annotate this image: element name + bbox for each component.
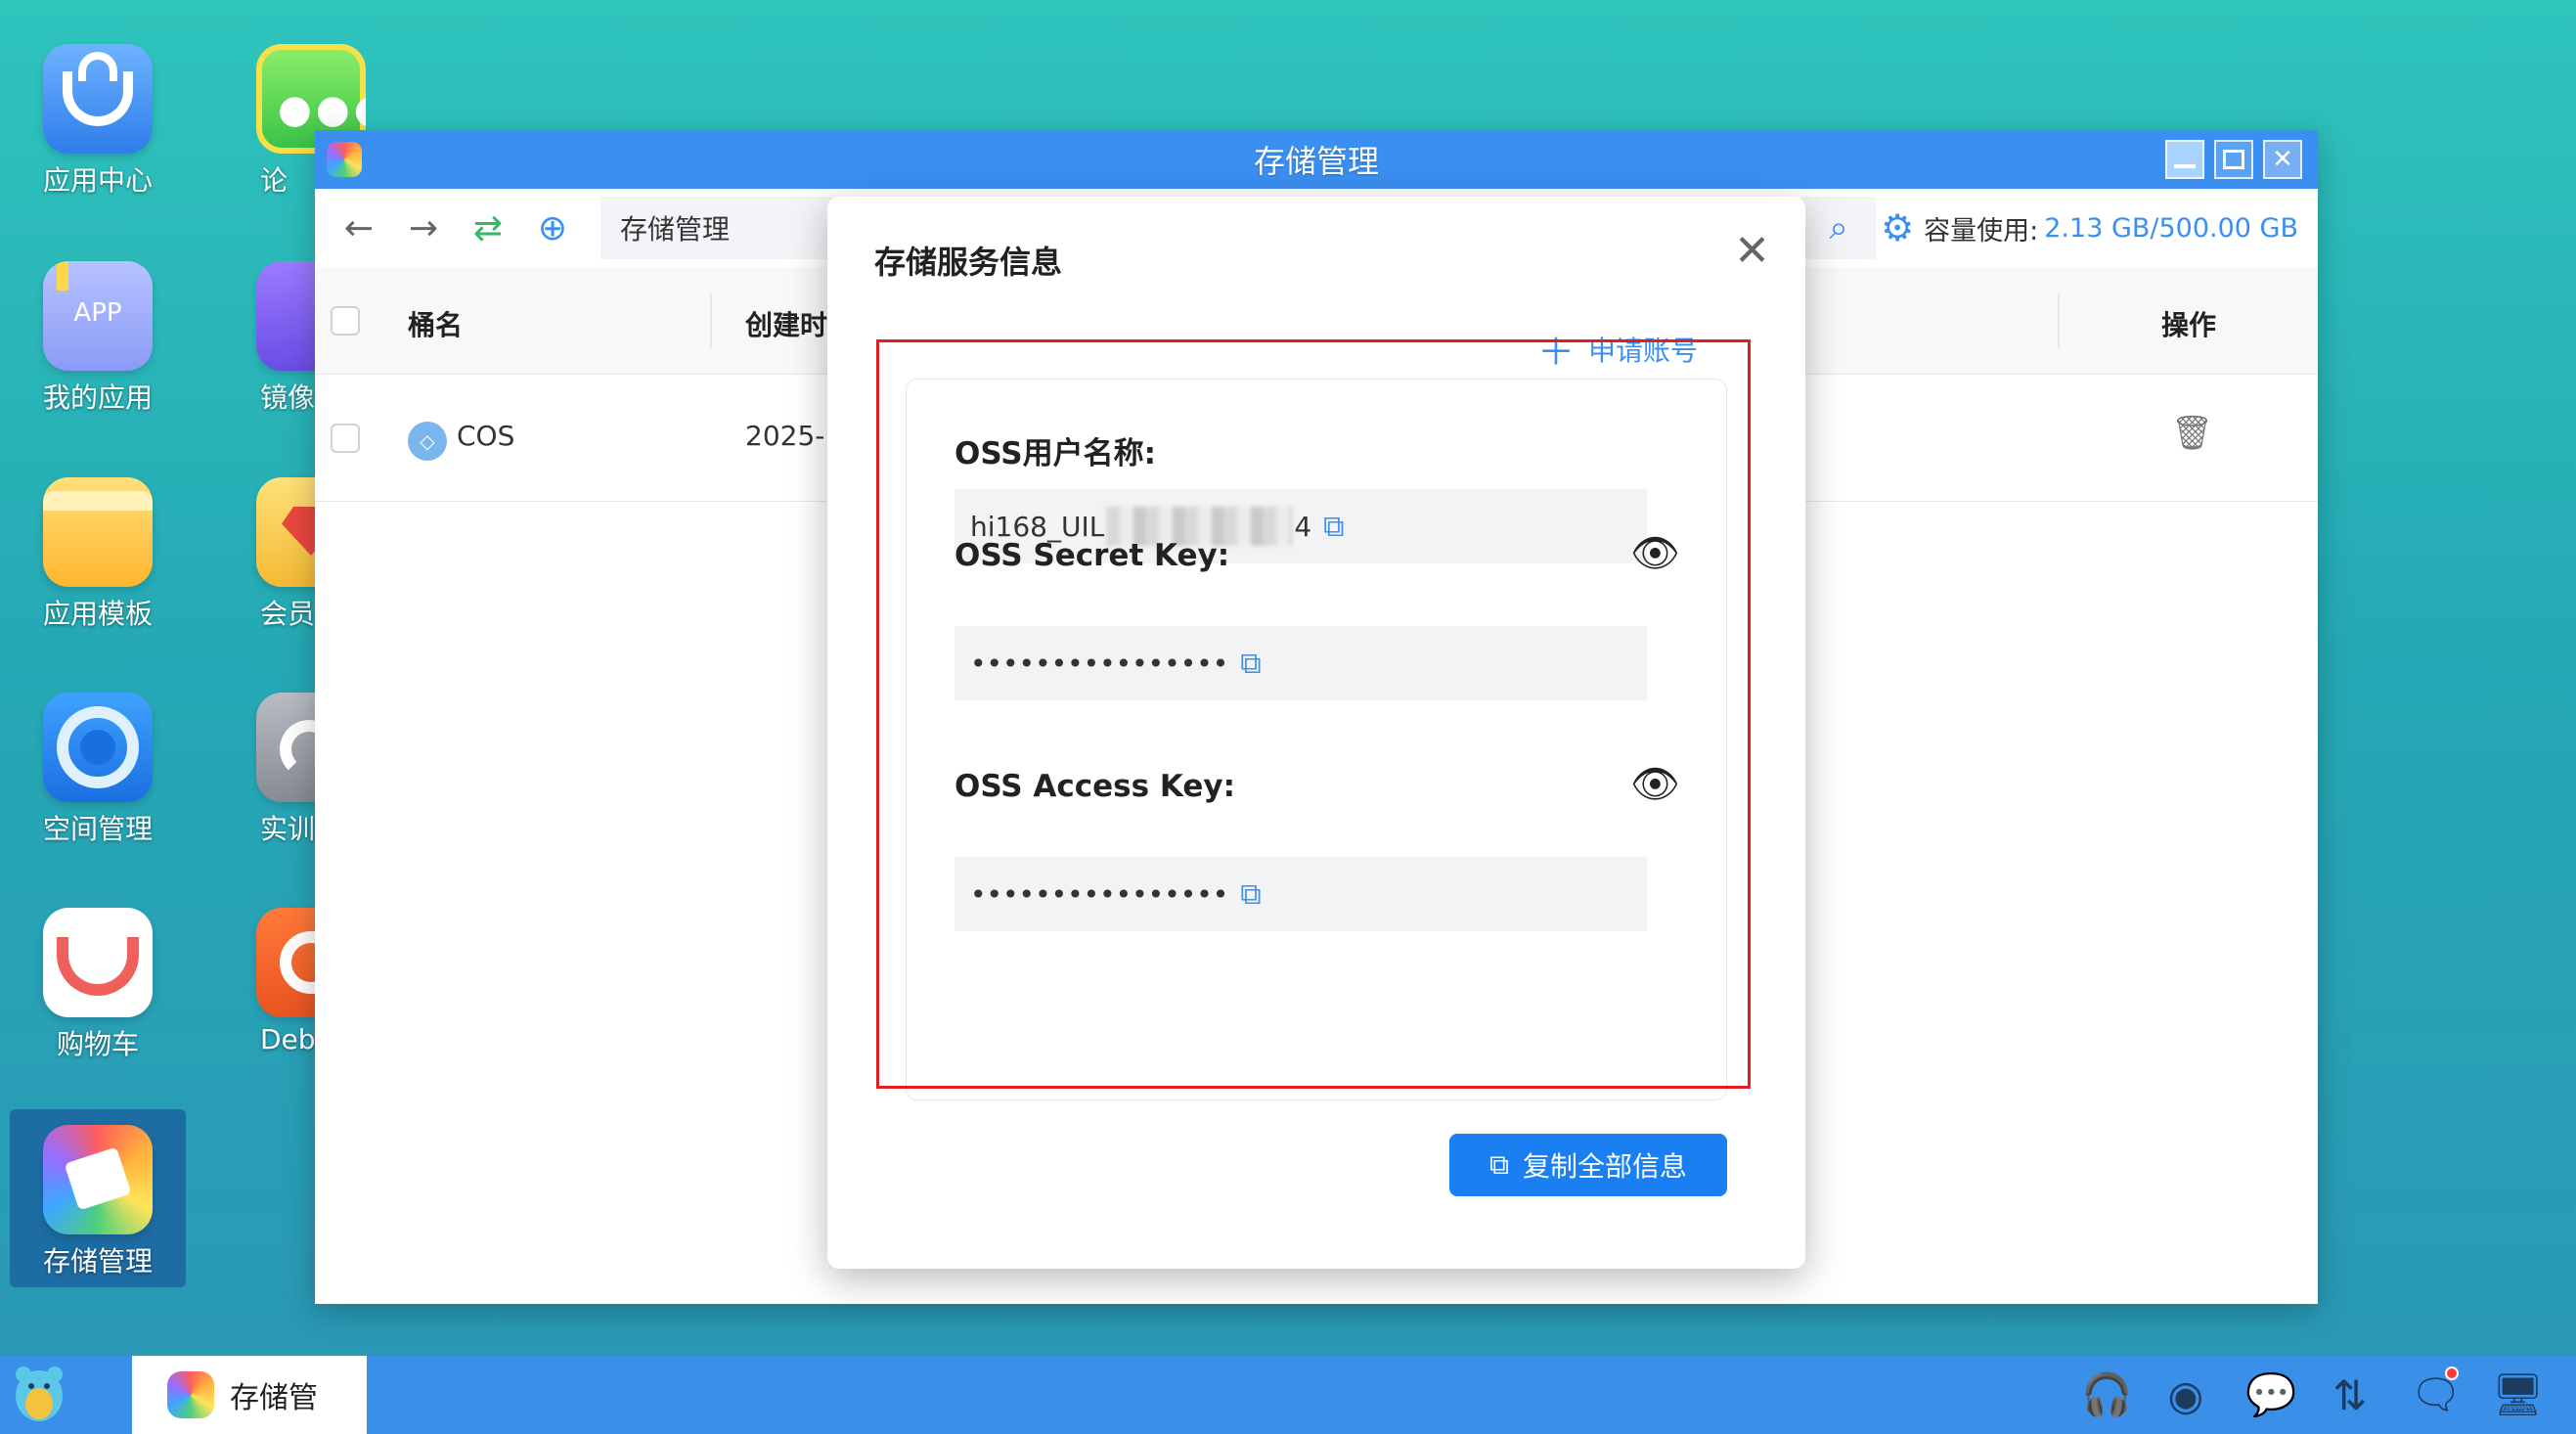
column-divider [2058, 293, 2060, 348]
trash-icon[interactable]: 🗑 [2171, 414, 2213, 453]
desktop-icon-label: 我的应用 [42, 381, 153, 414]
desktop-icon-storage[interactable]: 存储管理 [10, 1109, 186, 1287]
copy-all-label: 复制全部信息 [1522, 1150, 1687, 1183]
bucket-name: COS [457, 420, 515, 452]
window-titlebar[interactable]: 存储管理 ✕ [315, 130, 2318, 189]
taskbar-item-label: 存储管 [230, 1381, 318, 1415]
search-icon[interactable]: ⌕ [1801, 197, 1876, 259]
close-icon: ✕ [2272, 145, 2293, 174]
gear-icon[interactable]: ⚙ [1881, 206, 1914, 249]
notification-dot [2445, 1367, 2459, 1380]
column-header-name: 桶名 [408, 309, 464, 341]
desktop-icon-label: 应用中心 [42, 164, 153, 197]
wechat-icon[interactable]: 💬 [2245, 1370, 2296, 1419]
column-header-actions: 操作 [2161, 309, 2217, 341]
capacity-label: 容量使用: [1924, 215, 2039, 246]
forward-arrow-icon[interactable]: → [399, 203, 448, 252]
highlight-frame [876, 339, 1751, 1089]
desktop-icon-label: 应用模板 [42, 598, 153, 630]
desktop-icon-label: 存储管理 [42, 1245, 153, 1277]
bear-icon [16, 1367, 63, 1421]
window-title: 存储管理 [1253, 143, 1379, 180]
window-controls: ✕ [2165, 140, 2302, 179]
copy-all-button[interactable]: ⧉ 复制全部信息 [1449, 1134, 1727, 1196]
maximize-button[interactable] [2214, 140, 2253, 179]
desktop-icon-space-manage[interactable]: 空间管理 [15, 693, 181, 847]
taskbar-item-storage[interactable]: 存储管 [132, 1356, 367, 1434]
bucket-icon: ◇ [408, 422, 447, 461]
desktop-icon-app-center[interactable]: 应用中心 [15, 44, 181, 199]
row-checkbox[interactable] [331, 424, 360, 453]
app-badge-text: APP [73, 298, 122, 328]
app-center-icon [43, 44, 153, 154]
desktop-icon[interactable]: 🖥 [2492, 1370, 2544, 1419]
select-all-checkbox[interactable] [331, 306, 360, 336]
desktop-icon-app-templates[interactable]: 应用模板 [15, 477, 181, 632]
my-apps-icon: APP [43, 261, 153, 371]
desktop-icon-label: 空间管理 [42, 813, 153, 845]
add-circle-icon[interactable]: ⊕ [528, 203, 577, 252]
broadcast-icon[interactable]: ◉ [2163, 1371, 2208, 1419]
desktop-icon-label: 购物车 [56, 1028, 139, 1060]
headset-icon[interactable]: 🎧 [2081, 1370, 2132, 1419]
cart-icon [43, 908, 153, 1017]
taskbar: 存储管 🎧 ◉ 💬 ⇅ 🗨 🖥 [0, 1356, 2576, 1434]
path-text: 存储管理 [620, 213, 731, 246]
storage-app-icon [327, 142, 362, 177]
space-manage-icon [43, 693, 153, 802]
system-tray: 🎧 ◉ 💬 ⇅ 🗨 🖥 [2081, 1356, 2544, 1434]
capacity-indicator: ⚙ 容量使用: 2.13 GB/500.00 GB [1881, 189, 2298, 267]
storage-app-icon [167, 1371, 214, 1418]
refresh-icon[interactable]: ⇄ [464, 203, 512, 252]
capacity-value: 2.13 GB/500.00 GB [2044, 212, 2298, 244]
dialog-title: 存储服务信息 [874, 244, 1063, 281]
transfer-icon[interactable]: ⇅ [2328, 1371, 2373, 1419]
desktop-icon-my-apps[interactable]: APP 我的应用 [15, 261, 181, 416]
column-divider [710, 293, 712, 348]
storage-service-info-dialog: 存储服务信息 ✕ ＋ 申请账号 OSS用户名称: hi168_UIL 4 ⧉ O… [827, 197, 1805, 1269]
minimize-button[interactable] [2165, 140, 2204, 179]
start-mascot-icon[interactable] [0, 1356, 78, 1434]
maximize-icon [2223, 150, 2244, 169]
minimize-icon [2174, 164, 2196, 168]
message-icon[interactable]: 🗨 [2410, 1367, 2462, 1419]
storage-icon [43, 1125, 153, 1234]
back-arrow-icon[interactable]: ← [334, 203, 383, 252]
desktop-icon-cart[interactable]: 购物车 [15, 908, 181, 1062]
folder-icon [43, 477, 153, 587]
copy-icon: ⧉ [1488, 1148, 1509, 1181]
dialog-close-icon[interactable]: ✕ [1734, 226, 1770, 276]
path-breadcrumb[interactable]: 存储管理 [600, 197, 855, 259]
window-close-button[interactable]: ✕ [2263, 140, 2302, 179]
column-header-created: 创建时 [745, 309, 828, 341]
